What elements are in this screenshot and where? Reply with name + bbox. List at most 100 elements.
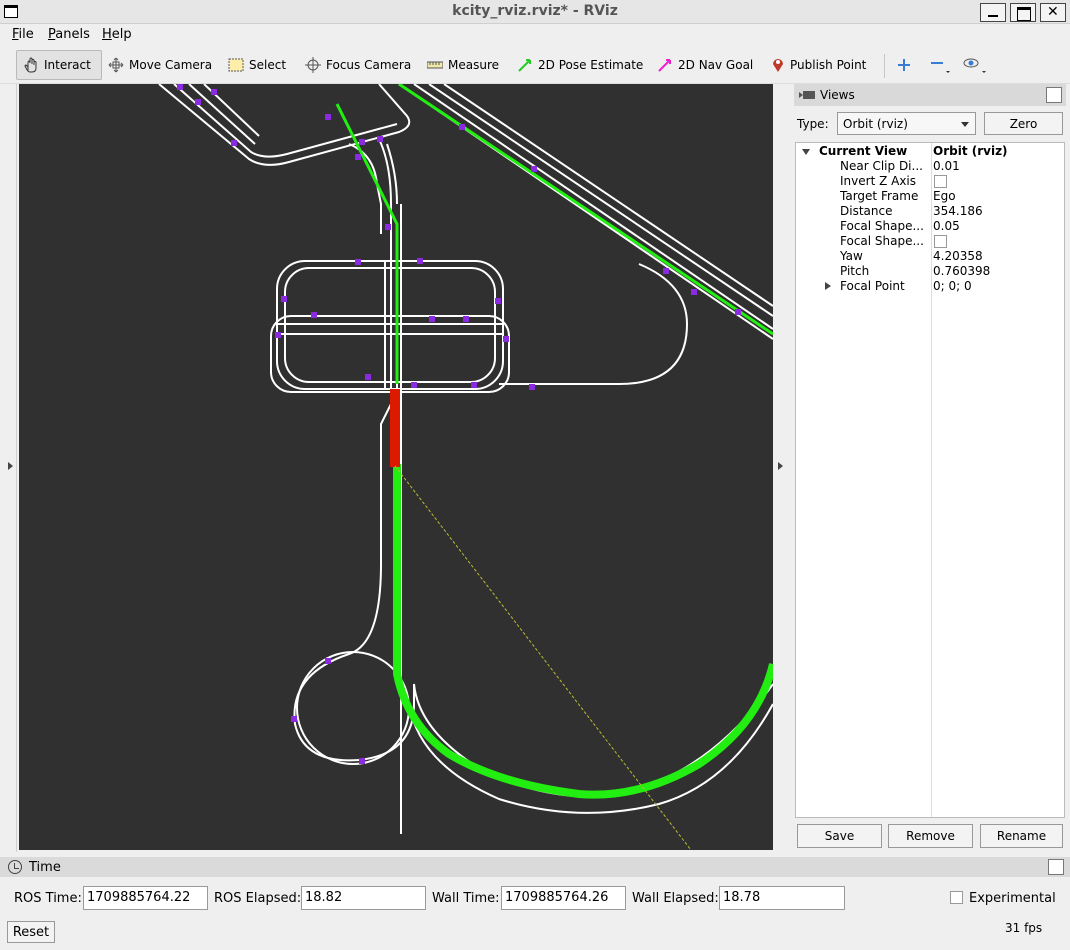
tree-row-distance[interactable]: Distance 354.186 bbox=[796, 204, 1064, 219]
ego-vehicle bbox=[390, 389, 400, 467]
experimental-label: Experimental bbox=[969, 891, 1056, 906]
view-property-tree[interactable]: Current View Orbit (rviz) Near Clip Di..… bbox=[795, 142, 1065, 818]
menu-help[interactable]: Help bbox=[102, 27, 132, 42]
pose-estimate-label: 2D Pose Estimate bbox=[538, 58, 644, 72]
toolbar: Interact Move Camera Select Focus Camera… bbox=[0, 46, 1070, 84]
undock-time-panel-button[interactable] bbox=[1048, 859, 1064, 875]
fps-readout: 31 fps bbox=[1005, 921, 1043, 935]
remove-tool-button[interactable] bbox=[923, 50, 957, 80]
map-pin-icon bbox=[773, 59, 783, 72]
time-panel-header: Time bbox=[0, 857, 1070, 877]
select-icon bbox=[228, 58, 244, 72]
view-type-select[interactable]: Orbit (rviz) bbox=[837, 112, 976, 135]
current-view-label: Current View bbox=[819, 144, 908, 158]
focal-shape-checkbox[interactable] bbox=[934, 235, 947, 248]
clock-icon bbox=[8, 860, 22, 874]
measure-tool-button[interactable]: Measure bbox=[421, 50, 505, 80]
title-bar: kcity_rviz.rviz* - RViz bbox=[0, 0, 1070, 24]
property-value[interactable]: 0.01 bbox=[933, 159, 960, 174]
current-view-value: Orbit (rviz) bbox=[933, 144, 1008, 158]
tree-row-target-frame[interactable]: Target Frame Ego bbox=[796, 189, 1064, 204]
property-key: Yaw bbox=[840, 249, 863, 263]
wall-elapsed-field[interactable]: 18.78 bbox=[719, 886, 845, 910]
window-title: kcity_rviz.rviz* - RViz bbox=[452, 3, 618, 19]
render-viewport[interactable] bbox=[19, 84, 773, 850]
wall-time-field[interactable]: 1709885764.26 bbox=[501, 886, 626, 910]
remove-view-button[interactable]: Remove bbox=[888, 824, 973, 848]
focus-camera-label: Focus Camera bbox=[326, 58, 412, 72]
wall-elapsed-label: Wall Elapsed: bbox=[632, 891, 719, 906]
expand-left-arrow-icon[interactable] bbox=[8, 462, 13, 470]
ros-time-label: ROS Time: bbox=[14, 891, 82, 906]
rename-view-button[interactable]: Rename bbox=[980, 824, 1063, 848]
measure-label: Measure bbox=[448, 58, 499, 72]
menu-bar: File Panels Help bbox=[0, 24, 1070, 46]
property-value[interactable]: 354.186 bbox=[933, 204, 983, 219]
minimize-button[interactable] bbox=[980, 3, 1006, 22]
publish-point-tool-button[interactable]: Publish Point bbox=[765, 50, 872, 80]
save-view-button[interactable]: Save bbox=[797, 824, 882, 848]
minus-icon bbox=[931, 62, 950, 73]
views-panel-header: Views bbox=[794, 84, 1066, 106]
tree-row-focal-shape-fixed[interactable]: Focal Shape... bbox=[796, 234, 1064, 249]
select-tool-button[interactable]: Select bbox=[222, 50, 292, 80]
reset-button[interactable]: Reset bbox=[7, 921, 55, 943]
expand-arrow-icon[interactable] bbox=[825, 282, 831, 290]
zero-button[interactable]: Zero bbox=[984, 112, 1063, 135]
expand-right-arrow-icon[interactable] bbox=[778, 462, 783, 470]
ros-time-field[interactable]: 1709885764.22 bbox=[83, 886, 208, 910]
green-arrow-icon bbox=[518, 59, 531, 72]
tree-row-focal-point[interactable]: Focal Point 0; 0; 0 bbox=[796, 279, 1064, 294]
experimental-checkbox[interactable] bbox=[950, 891, 963, 904]
views-panel: Views Type: Orbit (rviz) Zero Current Vi… bbox=[794, 84, 1066, 854]
focus-camera-icon bbox=[305, 57, 321, 73]
ruler-icon bbox=[427, 61, 443, 69]
nav-goal-label: 2D Nav Goal bbox=[678, 58, 754, 72]
close-button[interactable] bbox=[1040, 3, 1066, 22]
add-tool-button[interactable] bbox=[890, 50, 918, 80]
property-value[interactable]: 4.20358 bbox=[933, 249, 983, 264]
undock-panel-button[interactable] bbox=[1046, 87, 1062, 103]
tree-row-pitch[interactable]: Pitch 0.760398 bbox=[796, 264, 1064, 279]
tool-properties-button[interactable] bbox=[956, 50, 994, 80]
wall-time-label: Wall Time: bbox=[432, 891, 500, 906]
property-key: Focal Shape... bbox=[840, 234, 924, 248]
plus-icon bbox=[898, 59, 910, 71]
map-render[interactable] bbox=[19, 84, 773, 850]
tree-row-yaw[interactable]: Yaw 4.20358 bbox=[796, 249, 1064, 264]
hand-icon bbox=[24, 57, 37, 73]
maximize-button[interactable] bbox=[1010, 3, 1036, 22]
tree-row-invert-z[interactable]: Invert Z Axis bbox=[796, 174, 1064, 189]
move-camera-icon bbox=[108, 57, 124, 73]
invert-z-checkbox[interactable] bbox=[934, 175, 947, 188]
tree-row-focal-shape-size[interactable]: Focal Shape... 0.05 bbox=[796, 219, 1064, 234]
time-panel-title: Time bbox=[29, 860, 61, 875]
tree-row-near-clip[interactable]: Near Clip Di... 0.01 bbox=[796, 159, 1064, 174]
interact-tool-button[interactable]: Interact bbox=[16, 50, 102, 80]
property-key: Invert Z Axis bbox=[840, 174, 917, 188]
tree-row-current-view[interactable]: Current View Orbit (rviz) bbox=[796, 144, 1064, 159]
property-key: Near Clip Di... bbox=[840, 159, 923, 173]
property-value[interactable]: 0.760398 bbox=[933, 264, 990, 279]
focus-camera-tool-button[interactable]: Focus Camera bbox=[299, 50, 417, 80]
publish-point-label: Publish Point bbox=[790, 58, 867, 72]
menu-file[interactable]: File bbox=[12, 27, 34, 42]
ros-elapsed-field[interactable]: 18.82 bbox=[301, 886, 426, 910]
property-key: Focal Shape... bbox=[840, 219, 924, 233]
magenta-arrow-icon bbox=[658, 59, 671, 72]
toolbar-separator bbox=[884, 54, 885, 78]
ros-elapsed-label: ROS Elapsed: bbox=[214, 891, 302, 906]
nav-goal-tool-button[interactable]: 2D Nav Goal bbox=[651, 50, 759, 80]
collapse-arrow-icon[interactable] bbox=[802, 149, 810, 155]
eye-icon bbox=[963, 58, 986, 73]
menu-panels[interactable]: Panels bbox=[48, 27, 90, 42]
pose-estimate-tool-button[interactable]: 2D Pose Estimate bbox=[511, 50, 649, 80]
property-key: Target Frame bbox=[840, 189, 919, 203]
property-value[interactable]: 0; 0; 0 bbox=[933, 279, 972, 294]
camera-icon bbox=[799, 91, 815, 99]
move-camera-label: Move Camera bbox=[129, 58, 213, 72]
view-type-label: Type: bbox=[797, 117, 829, 131]
property-value[interactable]: 0.05 bbox=[933, 219, 960, 234]
move-camera-tool-button[interactable]: Move Camera bbox=[102, 50, 218, 80]
property-value[interactable]: Ego bbox=[933, 189, 956, 204]
